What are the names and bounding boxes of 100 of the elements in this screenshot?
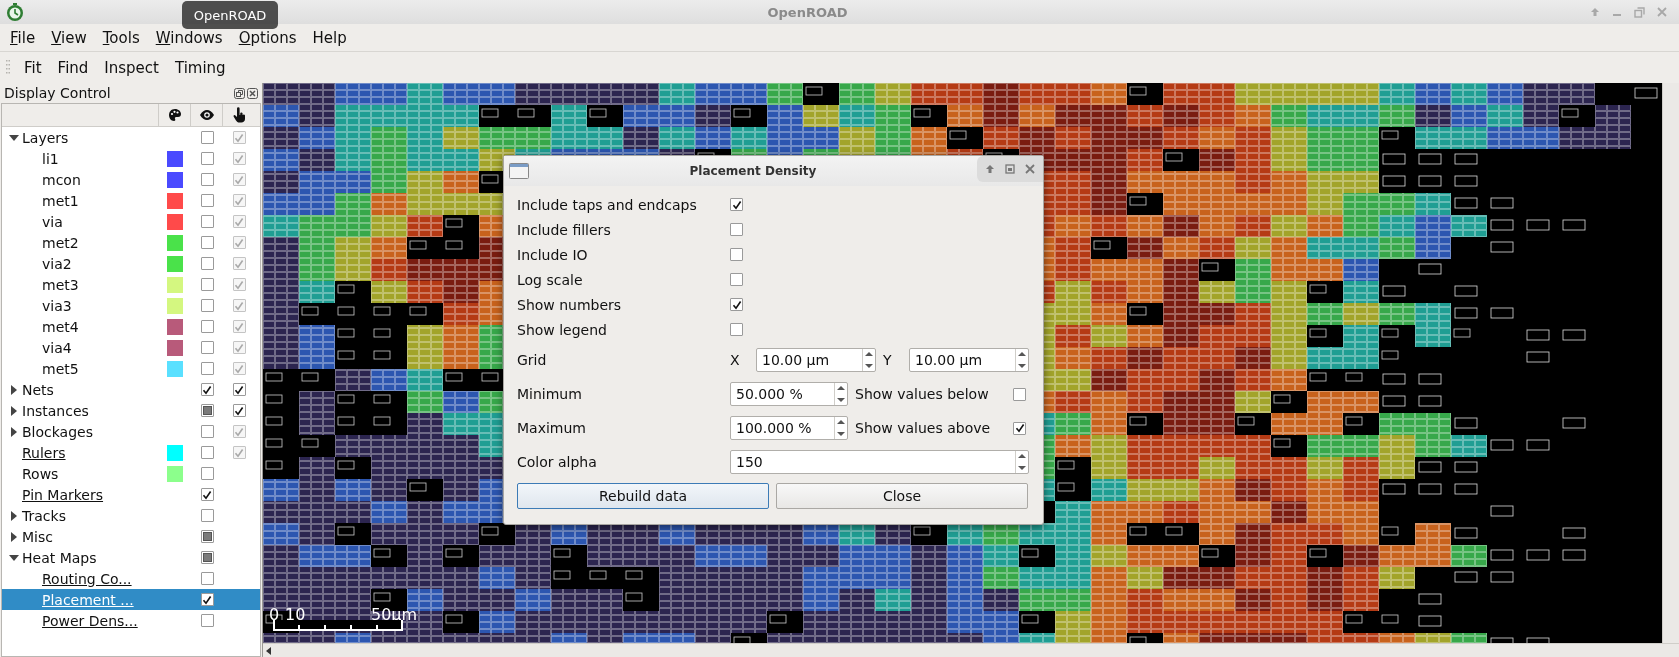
checkbox[interactable] [200, 320, 214, 333]
checkbox[interactable] [200, 425, 214, 438]
checkbox[interactable] [200, 257, 214, 270]
checkbox[interactable] [730, 248, 743, 261]
checkbox[interactable] [200, 488, 214, 501]
restore-icon[interactable] [1634, 6, 1645, 18]
checkbox[interactable] [200, 509, 214, 522]
color-swatch[interactable] [167, 444, 183, 461]
color-swatch[interactable] [167, 465, 183, 482]
tree-row[interactable]: via3 [2, 295, 260, 316]
tree-row[interactable]: Pin Markers [2, 484, 260, 505]
checkbox[interactable] [232, 383, 246, 396]
checkbox[interactable] [1013, 387, 1026, 401]
spin-box[interactable]: 150 [730, 450, 1029, 474]
checkbox[interactable] [730, 198, 743, 211]
color-swatch[interactable] [167, 297, 183, 314]
checkbox[interactable] [200, 383, 214, 396]
toolbar-button[interactable]: Find [49, 54, 97, 81]
tree-row[interactable]: Nets [2, 379, 260, 400]
up-arrow-icon[interactable] [985, 164, 995, 174]
menu-item[interactable]: Options [230, 28, 305, 47]
checkbox[interactable] [200, 173, 214, 186]
checkbox[interactable] [200, 572, 214, 585]
caret-right-icon[interactable] [11, 426, 17, 437]
menu-item[interactable]: Windows [147, 28, 231, 47]
checkbox[interactable] [200, 278, 214, 291]
tree-row[interactable]: Blockages [2, 421, 260, 442]
color-swatch[interactable] [167, 213, 183, 230]
checkbox[interactable] [200, 236, 214, 249]
tree-row[interactable]: via4 [2, 337, 260, 358]
color-swatch[interactable] [167, 276, 183, 293]
checkbox[interactable] [200, 194, 214, 207]
color-swatch[interactable] [167, 171, 183, 188]
caret-right-icon[interactable] [11, 510, 17, 521]
caret-down-icon[interactable] [9, 134, 19, 141]
spin-box[interactable]: 10.00 µm [756, 348, 876, 372]
checkbox[interactable] [200, 446, 214, 459]
checkbox[interactable] [200, 467, 214, 480]
toolbar-button[interactable]: Inspect [96, 54, 167, 81]
checkbox[interactable] [200, 404, 214, 417]
tree-row[interactable]: Placement ... [2, 589, 260, 610]
tree-row[interactable]: Routing Co... [2, 568, 260, 589]
tree-row[interactable]: li1 [2, 148, 260, 169]
menu-item[interactable]: Tools [94, 28, 148, 47]
checkbox[interactable] [730, 298, 743, 311]
maximize-icon[interactable] [1005, 164, 1015, 174]
color-swatch[interactable] [167, 150, 183, 167]
color-swatch[interactable] [167, 339, 183, 356]
checkbox[interactable] [200, 215, 214, 228]
color-swatch[interactable] [167, 192, 183, 209]
tree-row[interactable]: met3 [2, 274, 260, 295]
close-icon[interactable] [247, 87, 258, 99]
tree-row[interactable]: Power Dens... [2, 610, 260, 631]
tree-row[interactable]: Misc [2, 526, 260, 547]
tree-row[interactable]: met1 [2, 190, 260, 211]
menu-item[interactable]: Help [304, 28, 355, 47]
caret-right-icon[interactable] [11, 405, 17, 416]
checkbox[interactable] [730, 223, 743, 236]
caret-down-icon[interactable] [9, 554, 19, 561]
checkbox[interactable] [730, 273, 743, 286]
float-icon[interactable] [234, 87, 245, 99]
spin-box[interactable]: 50.000 % [730, 382, 848, 406]
menu-item[interactable]: View [43, 28, 95, 47]
dialog-button[interactable]: Close [776, 482, 1028, 509]
tree-row[interactable]: via2 [2, 253, 260, 274]
tree-row[interactable]: met5 [2, 358, 260, 379]
checkbox[interactable] [200, 593, 214, 606]
close-icon[interactable] [1025, 164, 1035, 174]
toolbar-button[interactable]: Fit [16, 54, 50, 81]
menu-item[interactable]: File [2, 28, 44, 47]
checkbox[interactable] [200, 152, 214, 165]
checkbox[interactable] [200, 614, 214, 627]
checkbox[interactable] [200, 530, 214, 543]
spin-box[interactable]: 100.000 % [730, 416, 848, 440]
tree-row[interactable]: Heat Maps [2, 547, 260, 568]
checkbox[interactable] [200, 341, 214, 354]
tree-row[interactable]: Rulers [2, 442, 260, 463]
tree-row[interactable]: Layers [2, 127, 260, 148]
checkbox[interactable] [730, 323, 743, 336]
checkbox[interactable] [232, 404, 246, 417]
tree-row[interactable]: met2 [2, 232, 260, 253]
horizontal-scrollbar[interactable] [263, 643, 1679, 657]
tree-row[interactable]: Tracks [2, 505, 260, 526]
toolbar-button[interactable]: Timing [166, 54, 234, 81]
caret-right-icon[interactable] [11, 531, 17, 542]
up-arrow-icon[interactable] [1590, 7, 1600, 17]
color-swatch[interactable] [167, 318, 183, 335]
checkbox[interactable] [200, 362, 214, 375]
color-swatch[interactable] [167, 255, 183, 272]
dialog-button[interactable]: Rebuild data [517, 482, 769, 509]
checkbox[interactable] [200, 131, 214, 144]
vertical-scrollbar[interactable] [1662, 83, 1679, 643]
tree-row[interactable]: met4 [2, 316, 260, 337]
tree-row[interactable]: mcon [2, 169, 260, 190]
tree-row[interactable]: Rows [2, 463, 260, 484]
tree-row[interactable]: via [2, 211, 260, 232]
tree-row[interactable]: Instances [2, 400, 260, 421]
checkbox[interactable] [200, 551, 214, 564]
color-swatch[interactable] [167, 234, 183, 251]
checkbox[interactable] [1013, 421, 1026, 435]
